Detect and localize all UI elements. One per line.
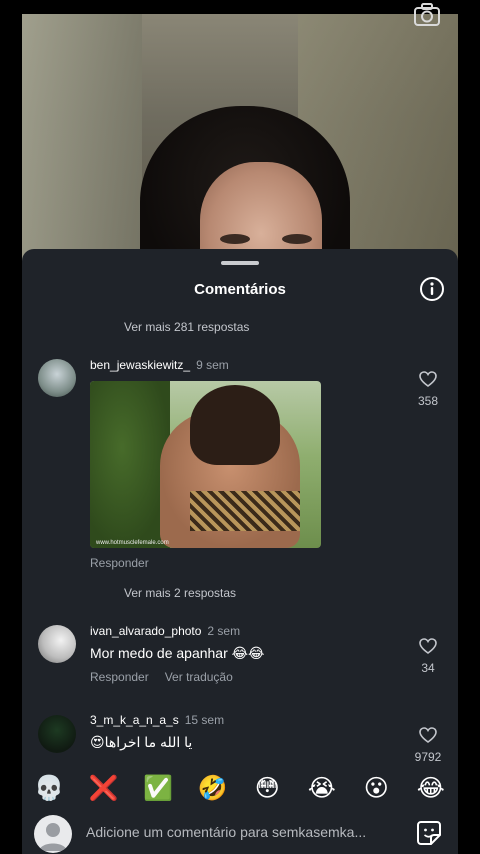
emoji-skull-button[interactable]: 💀 xyxy=(29,774,69,803)
background-blur-left xyxy=(22,14,142,274)
comment-text: 😍يا الله ما اخراها xyxy=(90,734,193,750)
gif-person-hair xyxy=(190,385,280,465)
like-count: 34 xyxy=(421,661,435,675)
heart-icon xyxy=(419,371,437,387)
avatar[interactable] xyxy=(34,815,72,853)
comment-actions: Responder Ver tradução xyxy=(90,670,233,684)
sheet-drag-handle[interactable] xyxy=(221,261,259,265)
comment-username-line: 3_m_k_a_n_a_s 15 sem xyxy=(90,713,224,727)
comments-sheet: Comentários Ver mais 281 respostas ben_j… xyxy=(22,249,458,854)
emoji-flushed-button[interactable]: 😳 xyxy=(247,774,287,803)
reply-button[interactable]: Responder xyxy=(90,670,149,684)
avatar[interactable] xyxy=(38,715,76,753)
person-eye-left xyxy=(220,234,250,244)
gif-person-top xyxy=(190,491,300,531)
comment-actions: Responder xyxy=(90,556,149,570)
emoji-check-button[interactable]: ✅ xyxy=(138,774,178,803)
like-button[interactable]: 34 xyxy=(413,638,443,675)
emoji-tears-of-joy-button[interactable]: 😂 xyxy=(411,774,451,803)
reply-button[interactable]: Responder xyxy=(90,556,149,570)
like-button[interactable]: 9792 xyxy=(413,727,443,765)
gif-tree xyxy=(90,381,170,548)
camera-icon[interactable] xyxy=(412,2,442,28)
emoji-cross-button[interactable]: ❌ xyxy=(84,774,124,803)
comment-username-line: ivan_alvarado_photo 2 sem xyxy=(90,624,240,638)
view-more-replies-link[interactable]: Ver mais 2 respostas xyxy=(124,586,236,600)
comment-username[interactable]: ivan_alvarado_photo xyxy=(90,624,201,638)
heart-icon xyxy=(419,727,437,743)
comment-text: Mor medo de apanhar 😂😂 xyxy=(90,645,265,661)
like-count: 358 xyxy=(417,394,439,408)
comment-input[interactable] xyxy=(86,818,406,846)
view-more-replies-link[interactable]: Ver mais 281 respostas xyxy=(124,320,249,334)
emoji-surprised-button[interactable]: 😮 xyxy=(356,774,396,803)
comment-username-line: ben_jewaskiewitz_ 9 sem xyxy=(90,358,229,372)
like-button[interactable]: 358 xyxy=(413,371,443,408)
emoji-rofl-button[interactable]: 🤣 xyxy=(193,774,233,803)
comment-username[interactable]: 3_m_k_a_n_a_s xyxy=(90,713,179,727)
avatar[interactable] xyxy=(38,625,76,663)
emoji-quick-bar: 💀 ❌ ✅ 🤣 😳 😭 😮 😂 xyxy=(22,766,458,810)
comment-time: 15 sem xyxy=(184,713,225,727)
like-count: 9792 xyxy=(414,750,442,764)
avatar[interactable] xyxy=(38,359,76,397)
sheet-title: Comentários xyxy=(194,281,286,298)
comment-time: 9 sem xyxy=(196,358,229,372)
comment-time: 2 sem xyxy=(207,624,241,638)
comment-username[interactable]: ben_jewaskiewitz_ xyxy=(90,358,190,372)
comment-gif-image[interactable]: www.hotmusclefemale.com xyxy=(90,381,321,548)
emoji-crying-button[interactable]: 😭 xyxy=(302,774,342,803)
translate-button[interactable]: Ver tradução xyxy=(165,670,233,684)
sticker-icon[interactable] xyxy=(416,820,442,846)
heart-icon xyxy=(419,638,437,654)
person-eye-right xyxy=(282,234,312,244)
comment-input-bar xyxy=(22,810,458,854)
gif-watermark: www.hotmusclefemale.com xyxy=(96,540,169,546)
reel-video-background xyxy=(22,14,458,274)
info-icon[interactable] xyxy=(419,276,445,302)
